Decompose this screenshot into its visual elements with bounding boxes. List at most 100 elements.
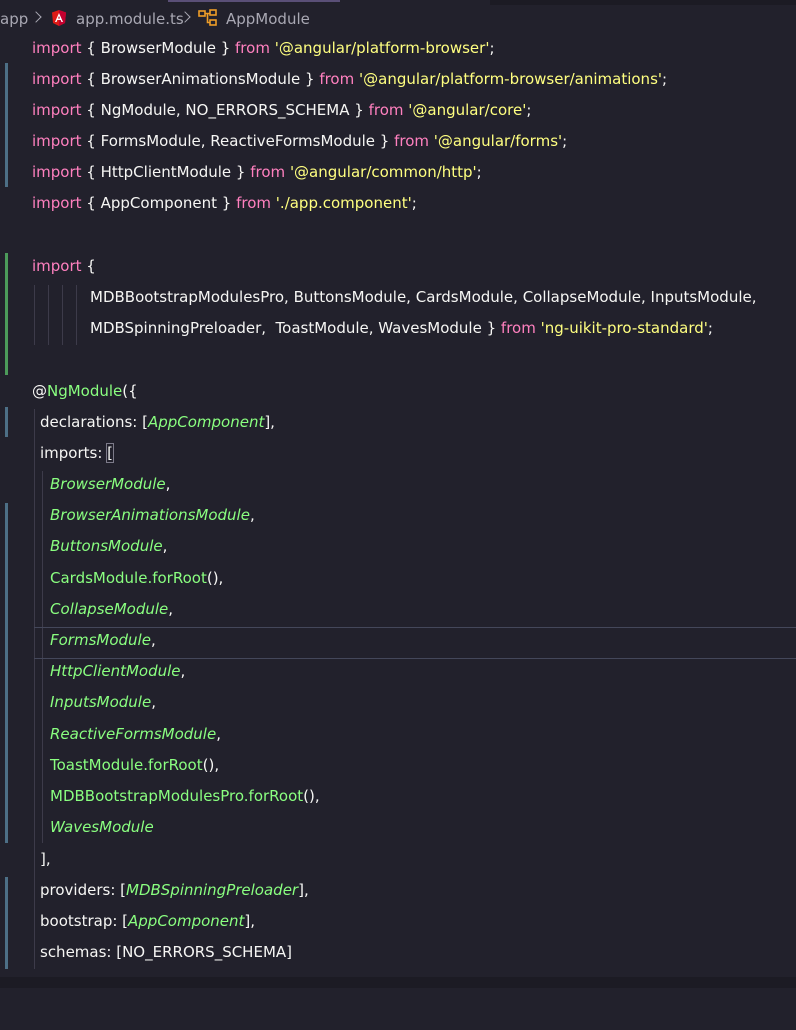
- semicolon: ;: [707, 319, 713, 337]
- import-specifiers: { BrowserAnimationsModule }: [81, 70, 320, 88]
- code-line-10[interactable]: MDBSpinningPreloader, ToastModule, Waves…: [0, 313, 796, 344]
- module-name: WavesModule: [50, 818, 154, 836]
- module-name: BrowserAnimationsModule: [50, 506, 250, 524]
- open-brace: {: [81, 257, 96, 275]
- module-name: CollapseModule: [50, 600, 169, 618]
- property-bootstrap: bootstrap: [: [40, 912, 129, 930]
- class-reference: MDBSpinningPreloader: [126, 881, 299, 899]
- keyword: from: [250, 163, 286, 181]
- keyword: from: [236, 194, 272, 212]
- property-schemas: schemas: [NO_ERRORS_SCHEMA]: [40, 943, 292, 961]
- code-line-6[interactable]: import { AppComponent } from './app.comp…: [0, 188, 796, 219]
- import-specifiers: MDBSpinningPreloader, ToastModule, Waves…: [90, 319, 501, 337]
- property-providers: providers: [: [40, 881, 126, 899]
- module-path-string: './app.component': [275, 194, 412, 212]
- breadcrumb: app app.module.ts AppModule: [0, 0, 796, 37]
- method-call: .forRoot: [147, 569, 207, 587]
- tab-bar-strip: [490, 0, 796, 5]
- punctuation: (),: [206, 569, 224, 587]
- punctuation: (),: [202, 756, 220, 774]
- bracket-match: [: [106, 443, 115, 463]
- keyword: from: [500, 319, 536, 337]
- class-symbol-icon: [198, 9, 218, 31]
- property-declarations: declarations: [: [40, 413, 148, 431]
- import-entry-line[interactable]: MDBBootstrapModulesPro.forRoot(),: [0, 781, 796, 812]
- import-entry-line[interactable]: InputsModule,: [0, 687, 796, 718]
- import-specifiers: { BrowserModule }: [81, 39, 236, 57]
- semicolon: ;: [411, 194, 417, 212]
- import-entry-line[interactable]: HttpClientModule,: [0, 656, 796, 687]
- code-line-12[interactable]: @NgModule({: [0, 376, 796, 407]
- keyword: import: [32, 101, 82, 119]
- keyword: from: [319, 70, 355, 88]
- module-name: HttpClientModule: [50, 662, 181, 680]
- method-call: .forRoot: [243, 787, 304, 805]
- module-name: BrowserModule: [50, 475, 166, 493]
- keyword: import: [32, 39, 82, 57]
- decorator-at: @: [32, 382, 47, 400]
- import-entry-line[interactable]: BrowserModule,: [0, 469, 796, 500]
- module-name: ButtonsModule: [50, 537, 163, 555]
- code-line-27[interactable]: ],: [0, 844, 796, 875]
- semicolon: ;: [562, 132, 568, 150]
- method-call: .forRoot: [143, 756, 203, 774]
- module-path-string: '@angular/core': [408, 101, 527, 119]
- punctuation: ,: [249, 506, 255, 524]
- semicolon: ;: [476, 163, 482, 181]
- horizontal-scrollbar[interactable]: [0, 977, 796, 988]
- code-editor[interactable]: import { BrowserModule } from '@angular/…: [0, 37, 796, 977]
- breadcrumb-symbol[interactable]: AppModule: [226, 10, 310, 28]
- punctuation: ,: [150, 631, 156, 649]
- module-path-string: '@angular/platform-browser/animations': [359, 70, 663, 88]
- code-line-30[interactable]: schemas: [NO_ERRORS_SCHEMA]: [0, 937, 796, 968]
- punctuation: ],: [264, 413, 275, 431]
- punctuation: ,: [162, 537, 168, 555]
- active-tab-indicator: [168, 0, 340, 2]
- module-name: FormsModule: [50, 631, 151, 649]
- code-line-29[interactable]: bootstrap: [AppComponent],: [0, 906, 796, 937]
- module-path-string: '@angular/forms': [433, 132, 563, 150]
- class-reference: AppComponent: [128, 912, 245, 930]
- code-line-5[interactable]: import { HttpClientModule } from '@angul…: [0, 157, 796, 188]
- punctuation: ,: [216, 725, 221, 743]
- class-reference: AppComponent: [147, 413, 265, 431]
- module-name: ToastModule: [50, 756, 144, 774]
- keyword: from: [235, 39, 270, 57]
- semicolon: ;: [662, 70, 668, 88]
- import-entry-line[interactable]: FormsModule,: [0, 625, 796, 656]
- chevron-right-icon: [30, 11, 42, 23]
- semicolon: ;: [526, 101, 532, 119]
- code-line-9[interactable]: MDBBootstrapModulesPro, ButtonsModule, C…: [0, 282, 796, 313]
- breadcrumb-file[interactable]: app.module.ts: [76, 10, 184, 28]
- code-line-1[interactable]: import { BrowserModule } from '@angular/…: [0, 33, 796, 64]
- semicolon: ;: [489, 39, 495, 57]
- import-entry-line[interactable]: ButtonsModule,: [0, 531, 796, 562]
- code-line-14[interactable]: imports: [: [0, 438, 796, 469]
- closing-bracket: ],: [40, 850, 51, 868]
- import-specifiers: MDBBootstrapModulesPro, ButtonsModule, C…: [90, 288, 757, 306]
- code-line-8[interactable]: import {: [0, 251, 796, 282]
- import-entry-line[interactable]: WavesModule: [0, 812, 796, 843]
- import-entry-line[interactable]: ReactiveFormsModule,: [0, 719, 796, 750]
- punctuation: (),: [303, 787, 320, 805]
- import-entry-line[interactable]: ToastModule.forRoot(),: [0, 750, 796, 781]
- import-specifiers: { HttpClientModule }: [81, 163, 251, 181]
- import-entry-line[interactable]: CollapseModule,: [0, 594, 796, 625]
- code-line-3[interactable]: import { NgModule, NO_ERRORS_SCHEMA } fr…: [0, 95, 796, 126]
- import-specifiers: { NgModule, NO_ERRORS_SCHEMA }: [81, 101, 369, 119]
- punctuation: ],: [244, 912, 256, 930]
- code-line-4[interactable]: import { FormsModule, ReactiveFormsModul…: [0, 126, 796, 157]
- breadcrumb-folder[interactable]: app: [0, 10, 28, 28]
- import-entry-line[interactable]: BrowserAnimationsModule,: [0, 500, 796, 531]
- import-entry-line[interactable]: CardsModule.forRoot(),: [0, 563, 796, 594]
- keyword: import: [32, 70, 82, 88]
- module-path-string: '@angular/common/http': [289, 163, 477, 181]
- import-specifiers: { FormsModule, ReactiveFormsModule }: [81, 132, 395, 150]
- code-line-28[interactable]: providers: [MDBSpinningPreloader],: [0, 875, 796, 906]
- module-path-string: '@angular/platform-browser': [274, 39, 490, 57]
- punctuation: ,: [168, 600, 174, 618]
- code-line-2[interactable]: import { BrowserAnimationsModule } from …: [0, 64, 796, 95]
- keyword: from: [368, 101, 404, 119]
- code-line-13[interactable]: declarations: [AppComponent],: [0, 407, 796, 438]
- module-name: InputsModule: [50, 693, 152, 711]
